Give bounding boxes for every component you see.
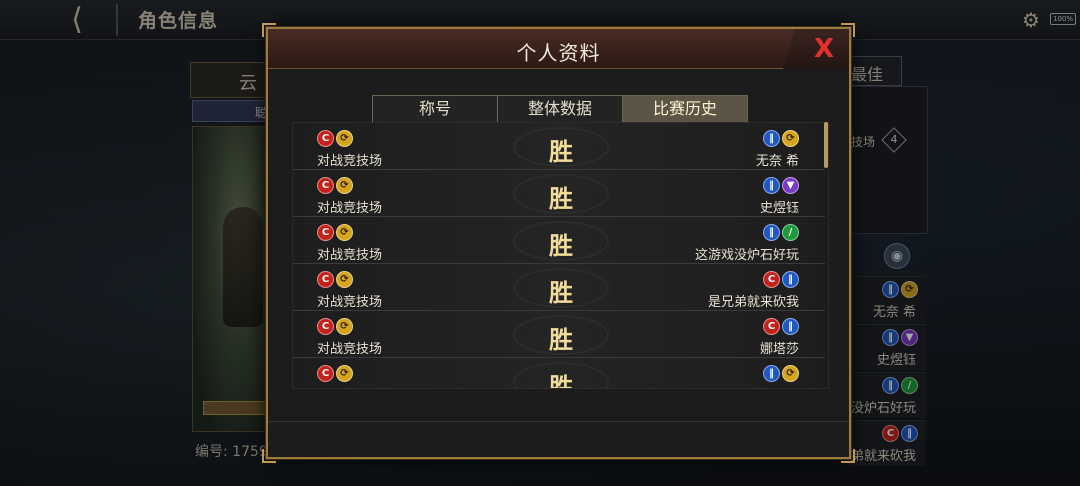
corner-ornament — [262, 23, 276, 37]
opponent-class-icons: C ‖ — [763, 271, 799, 288]
opponent-name: 是兄弟就来砍我 — [707, 295, 799, 310]
red-class-icon: C — [317, 224, 334, 241]
blue-class-icon: ‖ — [763, 130, 780, 147]
modal-title: 个人资料 — [516, 41, 601, 65]
match-mode: 对战竞技场 — [317, 201, 383, 216]
match-row[interactable]: C ⟳ 对战竞技场 胜 ‖ / 这游戏没炉石好玩 — [293, 217, 825, 264]
opponent-class-icons: ‖ / — [763, 224, 799, 241]
modal-header: 个人资料 X — [268, 29, 849, 69]
opponent-name: 娜塔莎 — [759, 342, 799, 357]
match-row[interactable]: C ⟳ 对战竞技场胜 C ‖ 是兄弟就来砍我 — [293, 264, 825, 311]
red-class-icon: C — [317, 130, 334, 147]
opponent-class-icons: ‖ ▼ — [763, 177, 799, 194]
my-class-icons: C ⟳ — [317, 271, 353, 288]
opponent-name: 这游戏没炉石好玩 — [694, 248, 799, 263]
red-class-icon: C — [317, 177, 334, 194]
red-class-icon: C — [317, 271, 334, 288]
modal-tabs: 称号 整体数据 比赛历史 — [372, 95, 748, 129]
yellow-class-icon: ⟳ — [782, 130, 799, 147]
yellow-class-icon: ⟳ — [782, 365, 799, 382]
blue-class-icon: ‖ — [763, 224, 780, 241]
opponent-class-icons: ‖ ⟳ — [763, 365, 799, 382]
my-class-icons: C ⟳ — [317, 177, 353, 194]
match-result: 胜 — [549, 325, 573, 354]
yellow-class-icon: ⟳ — [336, 177, 353, 194]
modal-footer — [268, 421, 849, 457]
green-class-icon: / — [782, 224, 799, 241]
match-result: 胜 — [549, 184, 573, 213]
red-class-icon: C — [317, 365, 334, 382]
opponent-class-icons: C ‖ — [763, 318, 799, 335]
blue-class-icon: ‖ — [763, 177, 780, 194]
yellow-class-icon: ⟳ — [336, 224, 353, 241]
my-class-icons: C ⟳ — [317, 365, 353, 382]
tab-overall-stats[interactable]: 整体数据 — [498, 96, 623, 122]
match-mode: 对战竞技场 — [317, 342, 383, 357]
red-class-icon: C — [763, 271, 780, 288]
yellow-class-icon: ⟳ — [336, 130, 353, 147]
my-class-icons: C ⟳ — [317, 318, 353, 335]
red-class-icon: C — [317, 318, 334, 335]
match-result: 胜 — [549, 278, 573, 307]
opponent-class-icons: ‖ ⟳ — [763, 130, 799, 147]
match-history-list[interactable]: C ⟳ 对战竞技场胜 ‖ ⟳ 无奈 希 C ⟳ 对战竞技场胜 ‖ ▼ 史煜钰 C ⟳ 对战竞技场胜 ‖ / 这游戏… — [292, 122, 829, 389]
purple-class-icon: ▼ — [782, 177, 799, 194]
opponent-name: 史煜钰 — [759, 201, 799, 216]
match-row[interactable]: C ⟳ 对战竞技场胜 C ‖ 娜塔莎 — [293, 311, 825, 358]
close-button[interactable]: X — [783, 29, 849, 69]
corner-ornament — [841, 23, 855, 37]
tab-title[interactable]: 称号 — [373, 96, 498, 122]
match-result: 胜 — [549, 231, 573, 260]
blue-class-icon: ‖ — [782, 271, 799, 288]
match-row[interactable]: C ⟳ 对战竞技场胜 ‖ ⟳ 无奈 希 — [293, 123, 825, 170]
blue-class-icon: ‖ — [782, 318, 799, 335]
corner-ornament — [262, 449, 276, 463]
my-class-icons: C ⟳ — [317, 224, 353, 241]
red-class-icon: C — [763, 318, 780, 335]
profile-modal: 个人资料 X 称号 整体数据 比赛历史 C ⟳ 对战竞技场胜 ‖ ⟳ 无奈 希 C ⟳ 对战竞技… — [262, 23, 855, 463]
yellow-class-icon: ⟳ — [336, 271, 353, 288]
yellow-class-icon: ⟳ — [336, 318, 353, 335]
match-mode: 对战竞技场 — [317, 295, 383, 310]
my-class-icons: C ⟳ — [317, 130, 353, 147]
blue-class-icon: ‖ — [763, 365, 780, 382]
match-mode: 对战竞技场 — [317, 154, 383, 169]
list-scrollbar[interactable] — [824, 122, 828, 168]
match-row[interactable]: C ⟳ 胜 ‖ ⟳ — [293, 358, 825, 389]
match-row[interactable]: C ⟳ 对战竞技场 胜 ‖ ▼ 史煜钰 — [293, 170, 825, 217]
match-result: 胜 — [549, 137, 573, 166]
match-result: 胜 — [549, 372, 573, 389]
opponent-name: 无奈 希 — [755, 154, 799, 169]
corner-ornament — [841, 449, 855, 463]
tab-match-history[interactable]: 比赛历史 — [623, 96, 747, 129]
close-icon: X — [813, 34, 835, 64]
yellow-class-icon: ⟳ — [336, 365, 353, 382]
match-mode: 对战竞技场 — [317, 248, 383, 263]
